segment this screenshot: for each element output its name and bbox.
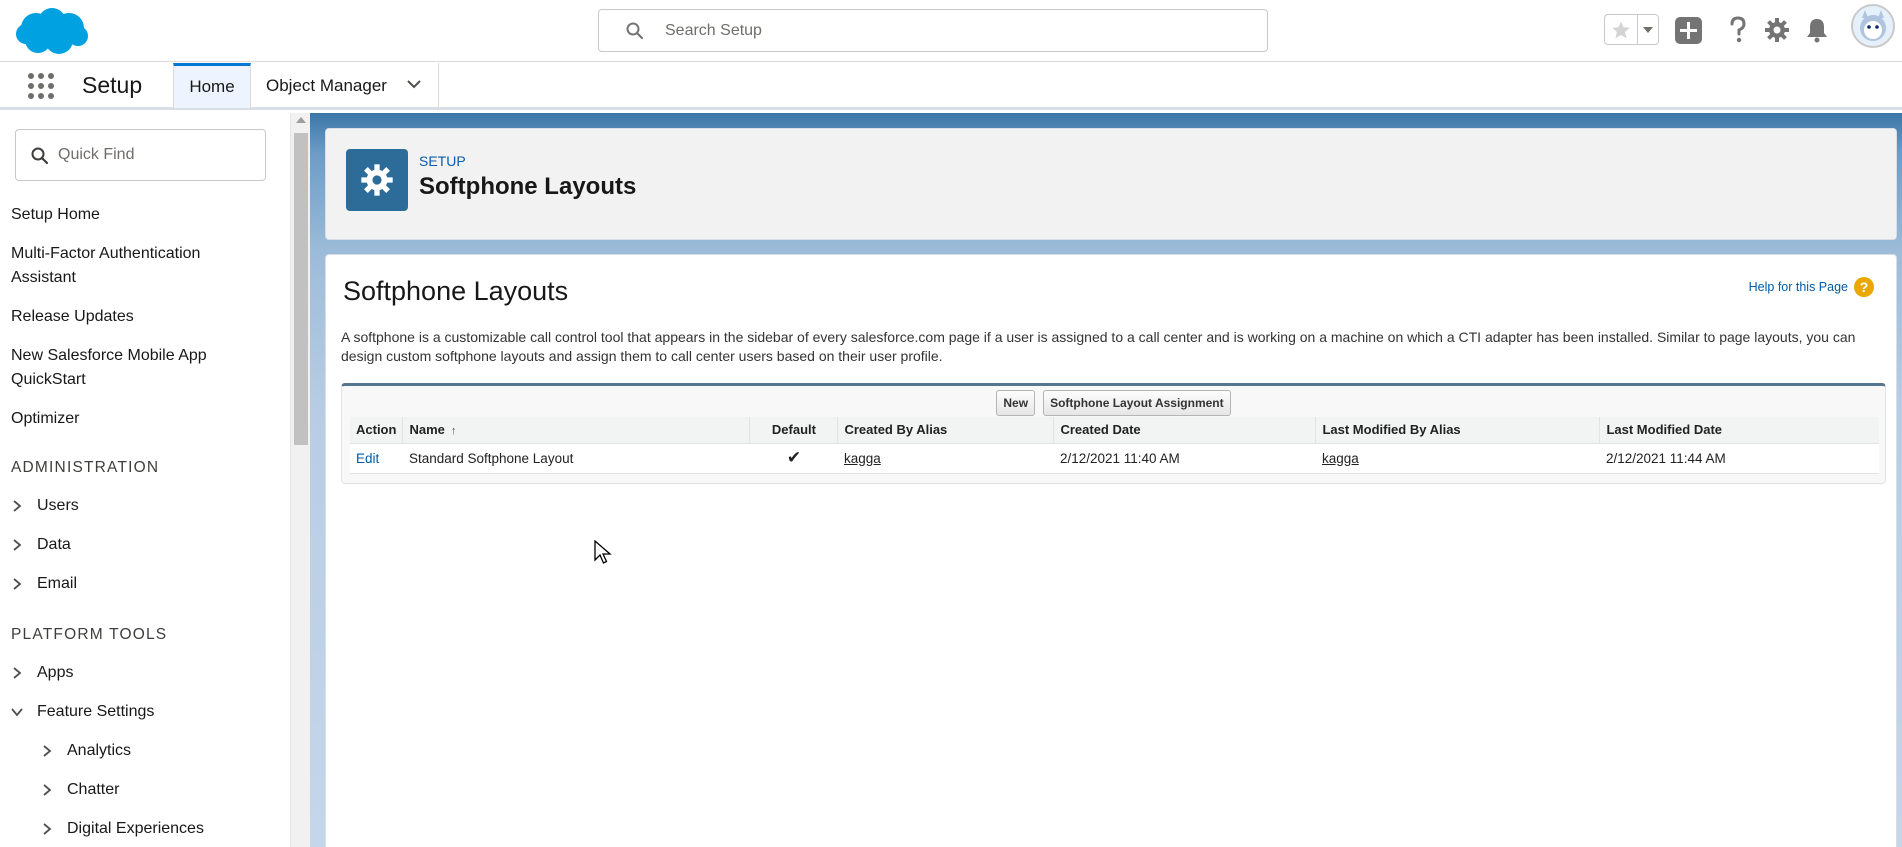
sidebar-item-digital-experiences[interactable]: Digital Experiences — [39, 820, 204, 838]
sidebar-item-mfa-assistant[interactable]: Multi-Factor Authentication Assistant — [11, 242, 261, 290]
page-title: Softphone Layouts — [419, 173, 637, 200]
search-icon — [626, 22, 644, 40]
page-header: SETUP Softphone Layouts — [325, 128, 1897, 240]
sidebar-scrollbar[interactable] — [290, 113, 310, 847]
column-header-last-modified-by-alias: Last Modified By Alias — [1315, 417, 1601, 444]
sidebar-item-chatter[interactable]: Chatter — [39, 781, 119, 799]
section-platform-tools: PLATFORM TOOLS — [11, 626, 168, 643]
scroll-up-arrow-icon[interactable] — [296, 117, 306, 123]
created-by-alias-link[interactable]: kagga — [837, 443, 1054, 474]
chevron-right-icon — [39, 821, 55, 837]
scrollbar-thumb[interactable] — [294, 133, 308, 445]
sidebar-item-mobile-quickstart[interactable]: New Salesforce Mobile App QuickStart — [11, 344, 261, 392]
user-avatar[interactable] — [1851, 4, 1895, 48]
column-header-name-label: Name — [409, 422, 445, 438]
chevron-down-icon[interactable] — [1638, 15, 1658, 44]
sidebar-item-setup-home[interactable]: Setup Home — [11, 203, 261, 227]
app-navigation-bar: Setup Home Object Manager — [0, 63, 1902, 110]
main-content-area: SETUP Softphone Layouts Softphone Layout… — [310, 113, 1902, 847]
chevron-down-icon[interactable] — [406, 76, 422, 92]
sidebar-item-users-label: Users — [37, 497, 79, 514]
tab-object-manager-label: Object Manager — [266, 75, 387, 95]
column-header-default: Default — [749, 417, 839, 444]
sidebar-item-analytics[interactable]: Analytics — [39, 742, 131, 760]
sidebar-item-feature-settings-label: Feature Settings — [37, 703, 155, 720]
help-icon[interactable] — [1723, 14, 1753, 46]
new-button[interactable]: New — [996, 390, 1036, 416]
last-modified-by-alias-link[interactable]: kagga — [1315, 443, 1600, 474]
layout-name: Standard Softphone Layout — [402, 443, 750, 474]
layouts-table: Action Name ↑ Default Created By Alias Cr… — [350, 417, 1879, 474]
last-modified-by-alias-text: kagga — [1321, 450, 1359, 466]
column-header-created-by-alias: Created By Alias — [837, 417, 1055, 444]
sidebar-item-data[interactable]: Data — [9, 536, 71, 554]
chevron-right-icon — [9, 537, 25, 553]
sidebar-item-apps[interactable]: Apps — [9, 664, 73, 682]
softphone-layout-assignment-button[interactable]: Softphone Layout Assignment — [1043, 390, 1231, 416]
app-launcher-icon[interactable] — [26, 71, 56, 101]
star-icon[interactable] — [1605, 15, 1638, 44]
tab-home[interactable]: Home — [173, 63, 251, 108]
chevron-right-icon — [39, 743, 55, 759]
help-for-this-page-link[interactable]: Help for this Page ? — [1749, 277, 1874, 297]
softphone-layouts-panel: Softphone Layouts Help for this Page ? A… — [325, 254, 1897, 847]
search-setup-input[interactable]: Search Setup — [598, 9, 1268, 52]
sidebar-item-email-label: Email — [37, 575, 78, 592]
chevron-down-icon — [9, 704, 25, 720]
chevron-right-icon — [9, 665, 25, 681]
search-placeholder: Search Setup — [665, 22, 762, 39]
sort-ascending-icon: ↑ — [450, 425, 457, 438]
sidebar-item-users[interactable]: Users — [9, 497, 79, 515]
chevron-right-icon — [9, 576, 25, 592]
search-icon — [31, 147, 49, 165]
content-title: Softphone Layouts — [343, 276, 569, 306]
softphone-layouts-list: New Softphone Layout Assignment Action N… — [341, 383, 1886, 484]
page-description: A softphone is a customizable call contr… — [341, 329, 1856, 364]
tab-object-manager[interactable]: Object Manager — [252, 63, 439, 108]
sidebar-item-data-label: Data — [37, 536, 71, 553]
sidebar-item-analytics-label: Analytics — [67, 742, 132, 759]
column-header-created-date: Created Date — [1053, 417, 1317, 444]
sidebar-item-apps-label: Apps — [37, 664, 74, 681]
breadcrumb: SETUP — [419, 153, 466, 169]
help-question-icon: ? — [1854, 277, 1874, 297]
list-button-row: New Softphone Layout Assignment — [342, 390, 1885, 416]
global-header: Search Setup — [0, 0, 1902, 62]
app-name: Setup — [82, 72, 143, 98]
sidebar-item-digital-experiences-label: Digital Experiences — [67, 820, 204, 837]
quick-find-placeholder: Quick Find — [58, 146, 135, 163]
gear-icon[interactable] — [1762, 14, 1792, 46]
setup-sidebar: Quick Find Setup Home Multi-Factor Authe… — [0, 113, 290, 847]
help-link-label: Help for this Page — [1748, 280, 1848, 294]
sidebar-item-release-updates[interactable]: Release Updates — [11, 305, 261, 329]
mouse-cursor-icon — [594, 540, 612, 564]
chevron-right-icon — [9, 498, 25, 514]
column-header-name[interactable]: Name ↑ — [402, 417, 751, 444]
plus-icon[interactable] — [1673, 14, 1703, 46]
sidebar-item-chatter-label: Chatter — [67, 781, 120, 798]
created-by-alias-text: kagga — [843, 450, 881, 466]
salesforce-cloud-logo[interactable] — [14, 6, 90, 58]
sidebar-item-optimizer[interactable]: Optimizer — [11, 407, 261, 431]
sidebar-item-email[interactable]: Email — [9, 575, 77, 593]
edit-link[interactable]: Edit — [350, 443, 403, 474]
created-date: 2/12/2021 11:40 AM — [1053, 443, 1316, 474]
last-modified-date: 2/12/2021 11:44 AM — [1599, 443, 1879, 474]
table-row: Edit Standard Softphone Layout ✔ kagga 2… — [350, 443, 1879, 474]
setup-gear-icon — [346, 149, 408, 211]
table-header-row: Action Name ↑ Default Created By Alias Cr… — [350, 417, 1879, 444]
section-administration: ADMINISTRATION — [11, 459, 160, 476]
bell-icon[interactable] — [1802, 14, 1832, 46]
default-checkmark-icon: ✔ — [749, 443, 838, 474]
favorites-control[interactable] — [1604, 14, 1659, 45]
quick-find-input[interactable]: Quick Find — [15, 129, 266, 181]
column-header-action: Action — [350, 417, 404, 444]
chevron-right-icon — [39, 782, 55, 798]
column-header-last-modified-date: Last Modified Date — [1599, 417, 1879, 444]
sidebar-item-feature-settings[interactable]: Feature Settings — [9, 703, 154, 721]
